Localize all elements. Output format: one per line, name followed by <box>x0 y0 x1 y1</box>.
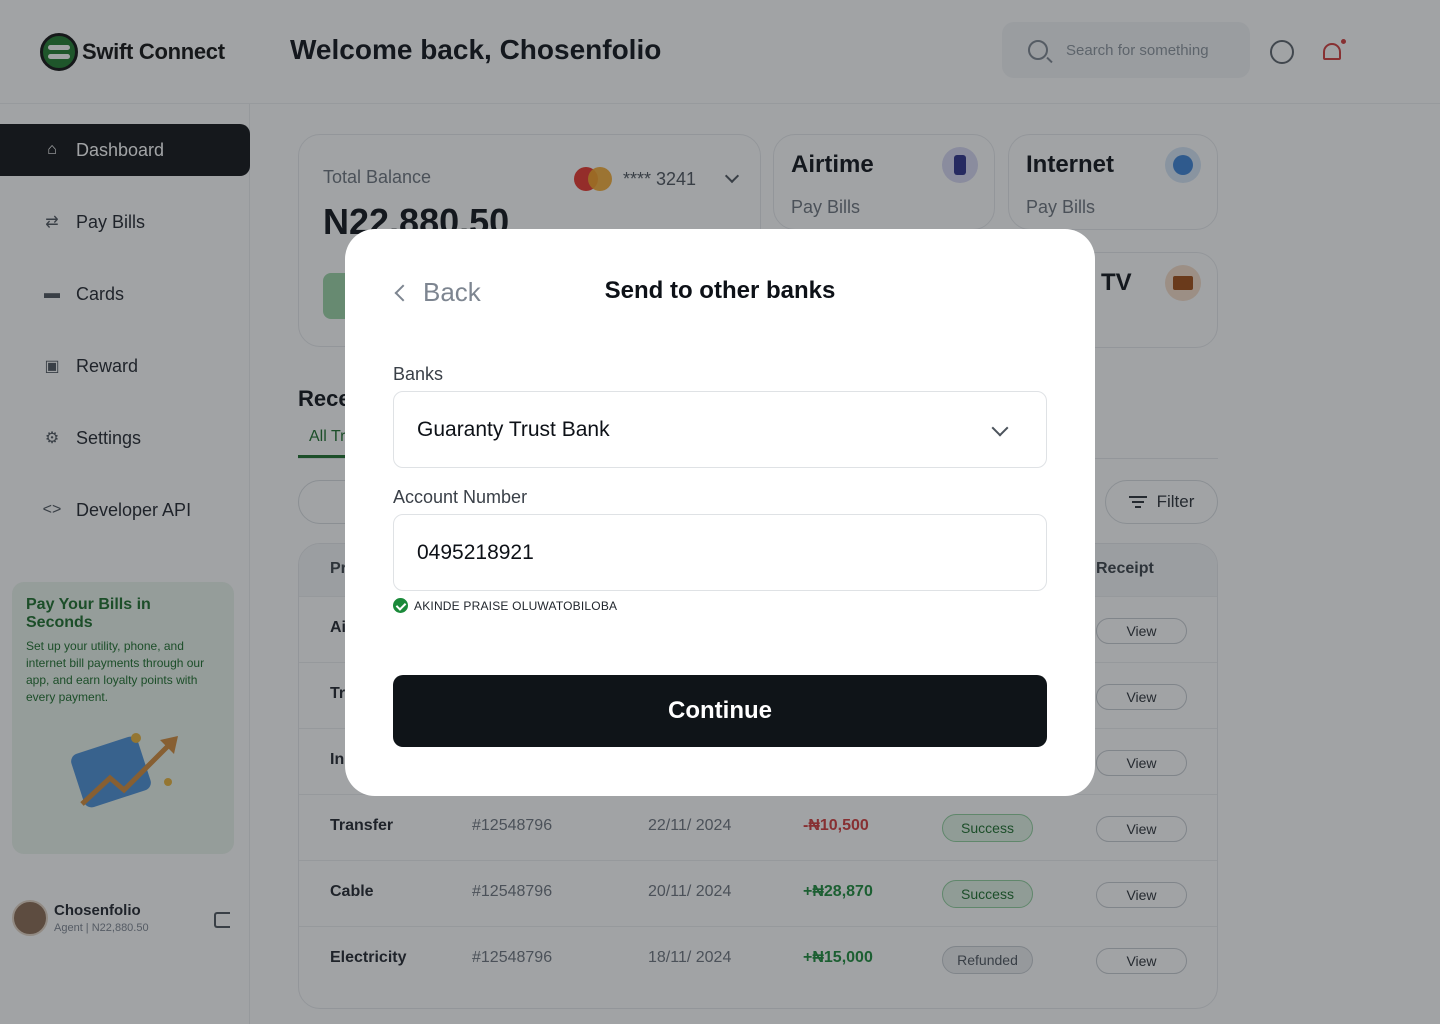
bank-select[interactable]: Guaranty Trust Bank <box>393 391 1047 468</box>
bank-select-value: Guaranty Trust Bank <box>417 417 610 441</box>
banks-label: Banks <box>393 364 444 384</box>
account-number-label: Account Number <box>393 487 528 507</box>
check-circle-icon <box>393 598 408 613</box>
account-name-verification: AKINDE PRAISE OLUWATOBILOBA <box>393 598 617 613</box>
continue-button[interactable]: Continue <box>393 675 1047 747</box>
account-number-input[interactable]: 0495218921 <box>393 514 1047 591</box>
send-to-bank-modal: Back Send to other banks Banks Guaranty … <box>345 229 1095 796</box>
account-number-value: 0495218921 <box>417 540 534 564</box>
modal-title: Send to other banks <box>604 277 836 304</box>
account-name: AKINDE PRAISE OLUWATOBILOBA <box>414 598 618 613</box>
chevron-down-icon <box>991 419 1009 437</box>
